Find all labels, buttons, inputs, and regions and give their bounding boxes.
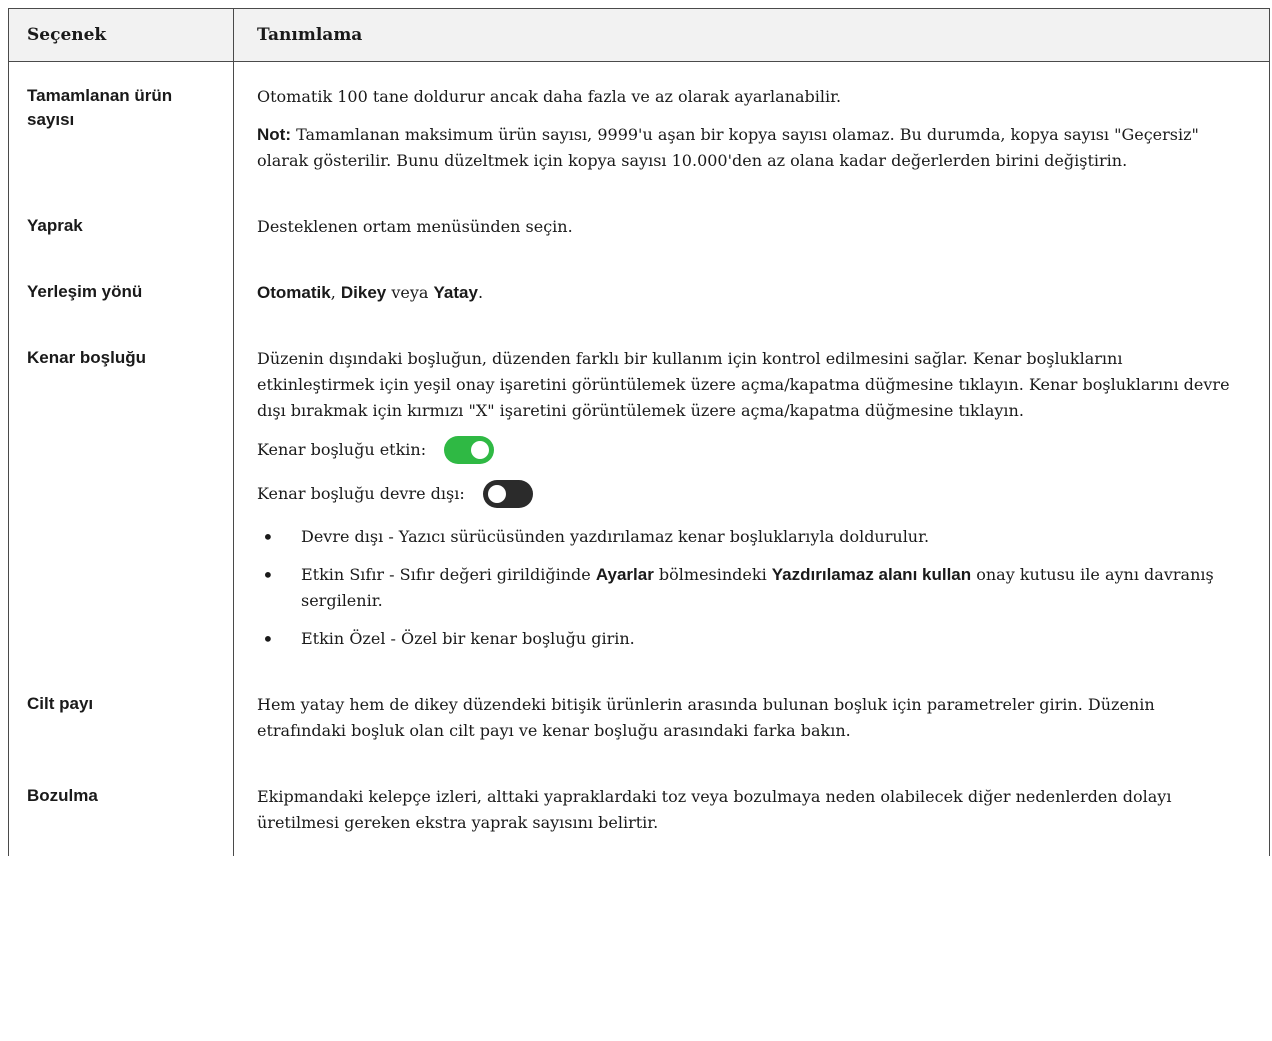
option-label-orientation: Yerleşim yönü	[8, 260, 234, 326]
margin-options-list: Devre dışı - Yazıcı sürücüsünden yazdırı…	[257, 524, 1233, 652]
toggle-off-icon	[482, 480, 533, 508]
option-label-completed: Tamamlanan ürün sayısı	[8, 61, 234, 194]
description-text: Ekipmandaki kelepçe izleri, alttaki yapr…	[257, 787, 1172, 832]
settings-pane-name: Ayarlar	[595, 565, 654, 584]
margin-enabled-label: Kenar boşluğu etkin:	[257, 440, 427, 459]
list-item-text: bölmesindeki	[653, 565, 772, 584]
table-row: Cilt payı Hem yatay hem de dikey düzende…	[8, 672, 1270, 764]
description-text: Otomatik 100 tane doldurur ancak daha fa…	[257, 87, 842, 106]
option-label-gutter: Cilt payı	[8, 672, 234, 764]
option-description-spoilage: Ekipmandaki kelepçe izleri, alttaki yapr…	[233, 764, 1270, 856]
toggle-on-icon	[444, 436, 495, 464]
option-description-margin: Düzenin dışındaki boşluğun, düzenden far…	[233, 326, 1270, 672]
period-text: .	[477, 283, 484, 302]
margin-disabled-label: Kenar boşluğu devre dışı:	[257, 484, 465, 503]
separator-text: ,	[330, 283, 341, 302]
table-row: Yerleşim yönü Otomatik, Dikey veya Yatay…	[8, 260, 1270, 326]
column-header-option: Seçenek	[8, 8, 234, 62]
note-label: Not:	[257, 125, 291, 144]
list-item: Devre dışı - Yazıcı sürücüsünden yazdırı…	[257, 524, 1233, 550]
table-row: Kenar boşluğu Düzenin dışındaki boşluğun…	[8, 326, 1270, 672]
list-item: Etkin Özel - Özel bir kenar boşluğu giri…	[257, 626, 1233, 652]
orientation-option-landscape: Yatay	[433, 283, 478, 302]
table-row: Yaprak Desteklenen ortam menüsünden seçi…	[8, 194, 1270, 260]
list-item-text: Etkin Sıfır - Sıfır değeri girildiğinde	[301, 565, 596, 584]
options-table: Seçenek Tanımlama Tamamlanan ürün sayısı…	[8, 8, 1270, 856]
option-label-spoilage: Bozulma	[8, 764, 234, 856]
table-row: Bozulma Ekipmandaki kelepçe izleri, altt…	[8, 764, 1270, 856]
note-text: Tamamlanan maksimum ürün sayısı, 9999'u …	[257, 125, 1199, 170]
toggle-knob	[487, 485, 506, 503]
list-item: Etkin Sıfır - Sıfır değeri girildiğinde …	[257, 562, 1233, 614]
separator-text: veya	[386, 283, 434, 302]
orientation-option-automatic: Otomatik	[257, 283, 331, 302]
margin-enabled-line: Kenar boşluğu etkin:	[257, 436, 1233, 464]
orientation-options: Otomatik, Dikey veya Yatay.	[257, 280, 1233, 306]
option-label-sheet: Yaprak	[8, 194, 234, 260]
column-header-description: Tanımlama	[233, 8, 1270, 62]
option-label-margin: Kenar boşluğu	[8, 326, 234, 672]
description-text: Desteklenen ortam menüsünden seçin.	[257, 217, 573, 236]
option-description-orientation: Otomatik, Dikey veya Yatay.	[233, 260, 1270, 326]
orientation-option-portrait: Dikey	[340, 283, 387, 302]
option-description-gutter: Hem yatay hem de dikey düzendeki bitişik…	[233, 672, 1270, 764]
description-text: Düzenin dışındaki boşluğun, düzenden far…	[257, 349, 1230, 420]
toggle-knob	[471, 441, 490, 459]
margin-disabled-line: Kenar boşluğu devre dışı:	[257, 480, 1233, 508]
description-text: Hem yatay hem de dikey düzendeki bitişik…	[257, 695, 1155, 740]
option-description-sheet: Desteklenen ortam menüsünden seçin.	[233, 194, 1270, 260]
table-header-row: Seçenek Tanımlama	[8, 8, 1270, 62]
table-row: Tamamlanan ürün sayısı Otomatik 100 tane…	[8, 61, 1270, 194]
note-paragraph: Not: Tamamlanan maksimum ürün sayısı, 99…	[257, 122, 1233, 174]
checkbox-name: Yazdırılamaz alanı kullan	[771, 565, 972, 584]
option-description-completed: Otomatik 100 tane doldurur ancak daha fa…	[233, 61, 1270, 194]
